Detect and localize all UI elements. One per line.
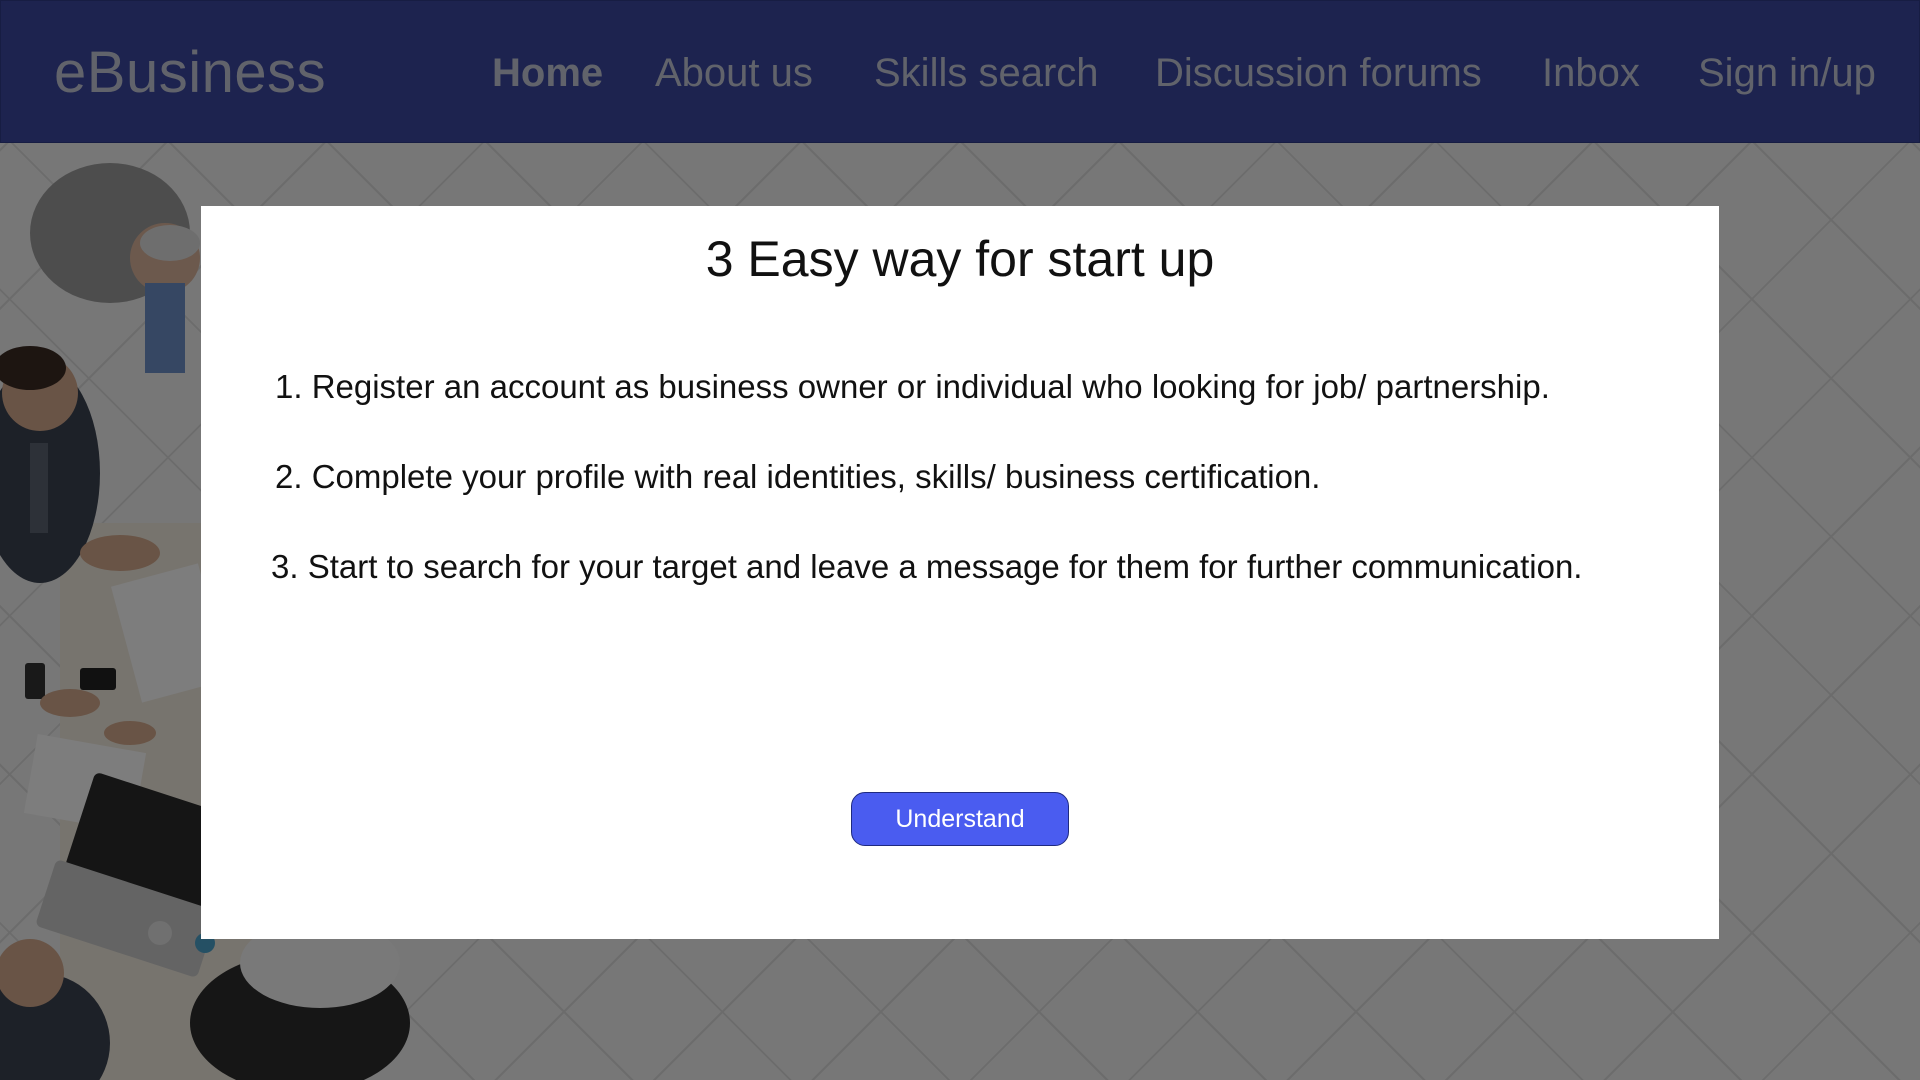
brand-logo[interactable]: eBusiness [54,39,326,106]
nav-sign-in-up[interactable]: Sign in/up [1698,51,1876,96]
nav-home[interactable]: Home [492,51,603,96]
step-2: 2. Complete your profile with real ident… [275,458,1321,495]
nav-inbox[interactable]: Inbox [1542,51,1640,96]
understand-button[interactable]: Understand [851,792,1069,846]
step-1: 1. Register an account as business owner… [275,368,1550,405]
top-navbar: eBusiness Home About us Skills search Di… [0,0,1920,143]
modal-title: 3 Easy way for start up [705,231,1215,287]
nav-skills-search[interactable]: Skills search [874,51,1099,96]
step-3: 3. Start to search for your target and l… [271,548,1583,585]
nav-about-us[interactable]: About us [655,51,813,96]
startup-guide-modal: 3 Easy way for start up 1. Register an a… [201,206,1719,939]
page: eBusiness Home About us Skills search Di… [0,0,1920,1080]
nav-discussion-forums[interactable]: Discussion forums [1155,51,1482,96]
